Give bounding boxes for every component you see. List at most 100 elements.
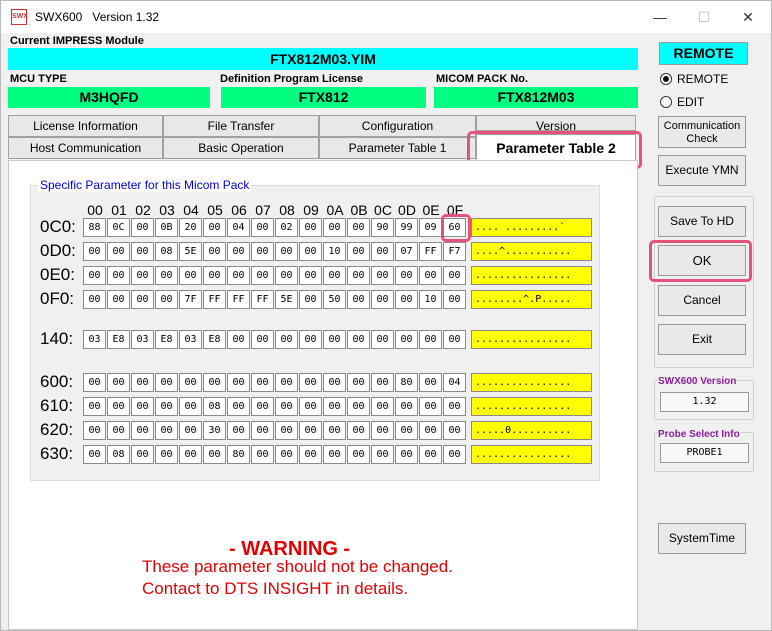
hex-cell[interactable]: 00 [275, 266, 298, 285]
hex-cell[interactable]: 00 [179, 421, 202, 440]
hex-cell[interactable]: 00 [371, 330, 394, 349]
hex-cell[interactable]: 00 [299, 330, 322, 349]
hex-cell[interactable]: 00 [395, 445, 418, 464]
hex-cell[interactable]: 00 [275, 373, 298, 392]
hex-cell[interactable]: 00 [347, 373, 370, 392]
hex-cell[interactable]: 00 [419, 445, 442, 464]
hex-cell[interactable]: 00 [371, 421, 394, 440]
hex-cell[interactable]: 90 [371, 218, 394, 237]
close-icon[interactable]: ✕ [725, 1, 771, 33]
hex-cell[interactable]: 00 [251, 218, 274, 237]
hex-cell[interactable]: E8 [107, 330, 130, 349]
hex-cell[interactable]: 00 [371, 242, 394, 261]
tab-parameter-table-1[interactable]: Parameter Table 1 [319, 137, 476, 159]
hex-cell[interactable]: 00 [395, 421, 418, 440]
hex-cell[interactable]: 00 [395, 290, 418, 309]
hex-cell[interactable]: 00 [323, 330, 346, 349]
minimize-icon[interactable]: — [637, 1, 683, 33]
hex-cell[interactable]: 00 [347, 445, 370, 464]
hex-cell[interactable]: 00 [155, 421, 178, 440]
hex-cell[interactable]: 00 [251, 242, 274, 261]
hex-cell[interactable]: 10 [419, 290, 442, 309]
hex-cell[interactable]: 00 [395, 266, 418, 285]
hex-cell[interactable]: 00 [107, 421, 130, 440]
hex-cell[interactable]: 00 [131, 266, 154, 285]
hex-cell[interactable]: 00 [131, 290, 154, 309]
hex-cell[interactable]: 0C [107, 218, 130, 237]
tab-basic-operation[interactable]: Basic Operation [163, 137, 319, 159]
tab-configuration[interactable]: Configuration [319, 115, 476, 137]
hex-cell[interactable]: 00 [131, 218, 154, 237]
hex-cell[interactable]: 00 [251, 373, 274, 392]
hex-cell[interactable]: 00 [443, 266, 466, 285]
hex-cell[interactable]: 00 [323, 218, 346, 237]
hex-cell[interactable]: 00 [395, 330, 418, 349]
hex-cell[interactable]: 00 [179, 266, 202, 285]
hex-cell[interactable]: 00 [227, 421, 250, 440]
hex-cell[interactable]: 00 [275, 397, 298, 416]
hex-cell[interactable]: 00 [251, 266, 274, 285]
hex-cell[interactable]: 00 [107, 290, 130, 309]
hex-cell[interactable]: 00 [299, 242, 322, 261]
hex-cell[interactable]: 09 [419, 218, 442, 237]
hex-cell[interactable]: 00 [179, 397, 202, 416]
hex-cell[interactable]: 00 [227, 397, 250, 416]
hex-cell[interactable]: 00 [83, 290, 106, 309]
hex-cell[interactable]: 00 [155, 373, 178, 392]
hex-cell[interactable]: 20 [179, 218, 202, 237]
hex-cell[interactable]: 00 [227, 242, 250, 261]
hex-cell[interactable]: 00 [443, 330, 466, 349]
hex-cell[interactable]: 00 [131, 421, 154, 440]
edit-radio-label[interactable]: EDIT [677, 95, 704, 109]
remote-radio-label[interactable]: REMOTE [677, 72, 728, 86]
exit-button[interactable]: Exit [658, 324, 746, 355]
hex-cell[interactable]: 00 [443, 445, 466, 464]
hex-cell[interactable]: 00 [275, 242, 298, 261]
hex-cell[interactable]: 00 [155, 266, 178, 285]
hex-cell[interactable]: 5E [275, 290, 298, 309]
hex-cell[interactable]: 00 [155, 397, 178, 416]
hex-cell[interactable]: 00 [107, 266, 130, 285]
hex-cell[interactable]: 00 [419, 330, 442, 349]
hex-cell[interactable]: 00 [323, 445, 346, 464]
hex-cell[interactable]: 03 [131, 330, 154, 349]
hex-cell[interactable]: 00 [275, 445, 298, 464]
hex-cell[interactable]: 00 [131, 373, 154, 392]
hex-cell[interactable]: 00 [299, 421, 322, 440]
hex-cell[interactable]: 08 [155, 242, 178, 261]
hex-cell[interactable]: 00 [227, 266, 250, 285]
hex-cell[interactable]: 00 [83, 242, 106, 261]
hex-cell[interactable]: E8 [155, 330, 178, 349]
hex-cell[interactable]: 0B [155, 218, 178, 237]
hex-cell[interactable]: 00 [179, 445, 202, 464]
hex-cell[interactable]: 80 [395, 373, 418, 392]
tab-host-communication[interactable]: Host Communication [8, 137, 163, 159]
hex-cell[interactable]: 10 [323, 242, 346, 261]
hex-cell[interactable]: 00 [203, 445, 226, 464]
cancel-button[interactable]: Cancel [658, 285, 746, 316]
hex-cell[interactable]: 00 [419, 373, 442, 392]
hex-cell[interactable]: 00 [83, 421, 106, 440]
hex-cell[interactable]: 00 [179, 373, 202, 392]
hex-cell[interactable]: 00 [323, 373, 346, 392]
hex-cell[interactable]: 00 [203, 242, 226, 261]
hex-cell[interactable]: 00 [131, 445, 154, 464]
hex-cell[interactable]: 07 [395, 242, 418, 261]
hex-cell[interactable]: 00 [323, 421, 346, 440]
hex-cell[interactable]: 00 [299, 290, 322, 309]
hex-cell[interactable]: 00 [371, 266, 394, 285]
hex-cell[interactable]: FF [251, 290, 274, 309]
hex-cell[interactable]: 00 [395, 397, 418, 416]
edit-radio[interactable] [660, 96, 672, 108]
hex-cell[interactable]: 00 [227, 330, 250, 349]
hex-cell[interactable]: 03 [83, 330, 106, 349]
hex-cell[interactable]: 00 [347, 218, 370, 237]
hex-cell[interactable]: 00 [83, 266, 106, 285]
hex-cell[interactable]: 00 [419, 397, 442, 416]
hex-cell[interactable]: 00 [107, 242, 130, 261]
hex-cell[interactable]: 00 [347, 330, 370, 349]
hex-cell[interactable]: 02 [275, 218, 298, 237]
hex-cell[interactable]: 00 [419, 421, 442, 440]
system-time-button[interactable]: SystemTime [658, 523, 746, 554]
hex-cell[interactable]: 00 [443, 421, 466, 440]
